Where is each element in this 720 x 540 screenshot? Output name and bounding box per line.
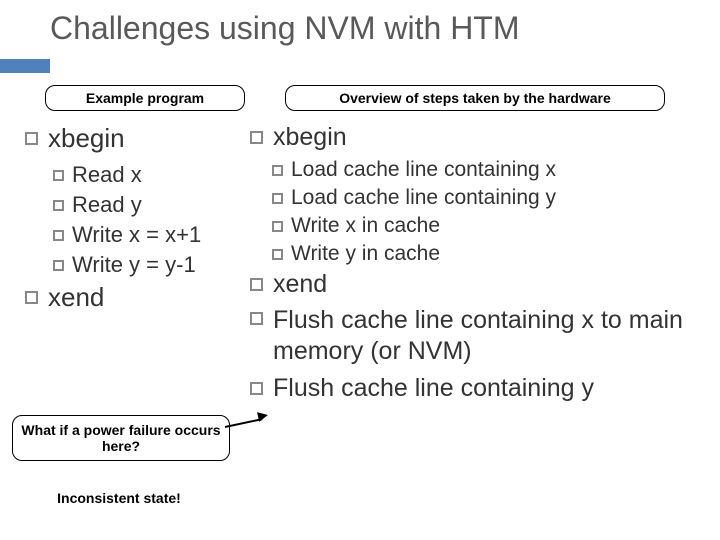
callout-inconsistent: Inconsistent state! (32, 490, 206, 506)
bullet-icon (272, 249, 283, 260)
bullet-icon (272, 221, 283, 232)
list-item: Read x (53, 162, 250, 188)
list-item: xend (250, 270, 695, 299)
arrow-head-icon (257, 410, 269, 422)
bullet-icon (250, 312, 263, 325)
xbegin-left: xbegin (48, 123, 125, 154)
bullet-icon (53, 260, 64, 271)
bullet-icon (25, 291, 38, 304)
slide-title: Challenges using NVM with HTM (0, 0, 720, 53)
bullet-icon (250, 278, 263, 291)
list-item: xend (25, 282, 250, 313)
list-item: Write x in cache (272, 214, 695, 238)
arrow-icon (225, 418, 263, 428)
bullet-icon (53, 230, 64, 241)
xend-right: xend (273, 270, 327, 299)
list-item: Write y = y-1 (53, 252, 250, 278)
xbegin-right: xbegin (273, 123, 347, 152)
left-item-2: Write x = x+1 (72, 222, 201, 248)
xend-left: xend (48, 282, 104, 313)
list-item: Flush cache line containing y (250, 374, 695, 403)
callout-power-failure: What if a power failure occurs here? (12, 415, 230, 461)
column-labels-row: Example program Overview of steps taken … (0, 85, 720, 111)
list-item: xbegin (250, 123, 695, 152)
column-left: xbegin Read x Read y Write x = x+1 Write… (0, 119, 250, 409)
list-item: Flush cache line containing x to main me… (250, 305, 695, 368)
column-right: xbegin Load cache line containing x Load… (250, 119, 695, 409)
label-hardware-overview: Overview of steps taken by the hardware (285, 85, 665, 111)
bullet-icon (272, 193, 283, 204)
list-item: Write x = x+1 (53, 222, 250, 248)
left-item-1: Read y (72, 192, 142, 218)
bullet-icon (53, 170, 64, 181)
right-item-3: Write y in cache (291, 242, 440, 266)
list-item: Load cache line containing y (272, 186, 695, 210)
bullet-icon (250, 131, 263, 144)
right-item-0: Load cache line containing x (291, 158, 556, 182)
list-item: Write y in cache (272, 242, 695, 266)
bullet-icon (25, 132, 38, 145)
flush-1: Flush cache line containing x to main me… (273, 305, 695, 368)
label-example-program: Example program (45, 85, 245, 111)
list-item: Load cache line containing x (272, 158, 695, 182)
bullet-icon (53, 200, 64, 211)
slide: Challenges using NVM with HTM Example pr… (0, 0, 720, 540)
right-item-1: Load cache line containing y (291, 186, 556, 210)
bullet-icon (272, 165, 283, 176)
list-item: Read y (53, 192, 250, 218)
flush-2: Flush cache line containing y (273, 374, 594, 403)
right-item-2: Write x in cache (291, 214, 440, 238)
left-item-3: Write y = y-1 (72, 252, 196, 278)
bullet-icon (250, 382, 263, 395)
list-item: xbegin (25, 123, 250, 154)
columns: xbegin Read x Read y Write x = x+1 Write… (0, 119, 720, 409)
left-item-0: Read x (72, 162, 142, 188)
accent-bar (0, 59, 50, 73)
